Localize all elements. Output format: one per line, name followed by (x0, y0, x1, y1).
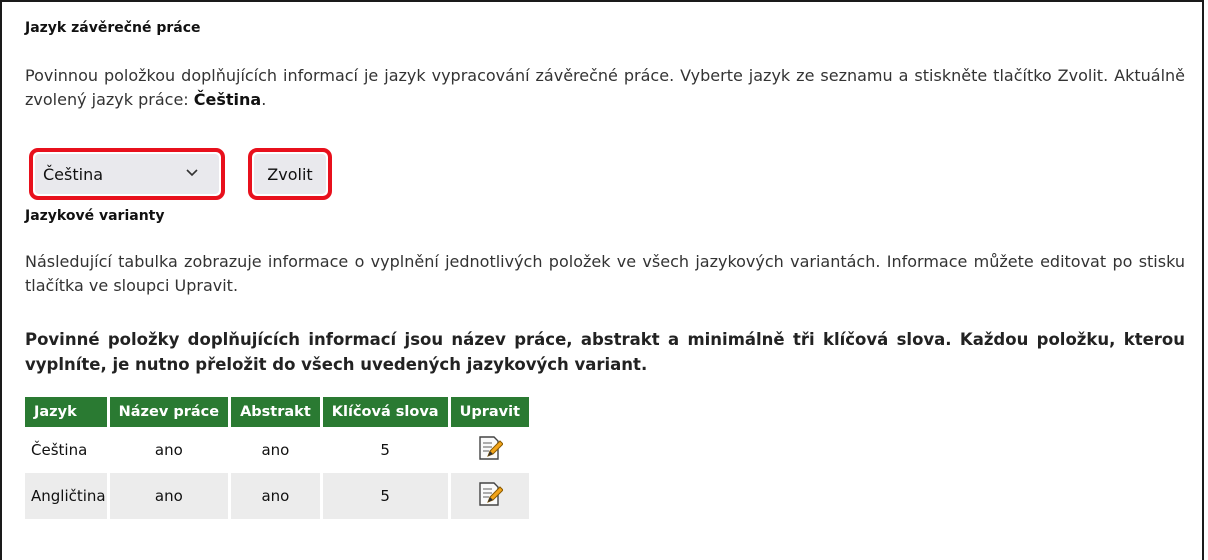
current-language: Čeština (193, 90, 262, 109)
main-content: Jazyk závěrečné práce Povinnou položkou … (25, 20, 1185, 519)
cell-language: Čeština (31, 441, 88, 459)
required-items-notice: Povinné položky doplňujících informací j… (25, 330, 1185, 374)
table-header-row: Jazyk Název práce Abstrakt Klíčová slova… (25, 397, 530, 427)
language-select-value: Čeština (43, 164, 104, 184)
cell-title: ano (109, 473, 229, 519)
cell-edit (451, 427, 529, 473)
cell-language: Angličtina (25, 473, 107, 519)
cell-abstract: ano (231, 473, 320, 519)
variants-section-title: Jazykové varianty (25, 208, 165, 224)
language-description: Povinnou položkou doplňujících informací… (25, 66, 1185, 109)
edit-document-icon[interactable] (477, 481, 503, 507)
column-header-title: Název práce (109, 397, 229, 427)
column-header-keywords: Klíčová slova (322, 397, 448, 427)
language-section-title: Jazyk závěrečné práce (25, 20, 201, 36)
language-variants-table: Jazyk Název práce Abstrakt Klíčová slova… (22, 397, 532, 519)
language-select[interactable]: Čeština (35, 154, 219, 194)
cell-edit (450, 473, 530, 519)
table-row: Čeština ano ano 5 (25, 427, 529, 473)
chevron-down-icon (186, 169, 198, 177)
cell-title: ano (154, 441, 183, 459)
edit-document-icon[interactable] (477, 435, 503, 461)
table-row: Angličtina ano ano 5 (25, 473, 530, 519)
column-header-abstract: Abstrakt (231, 397, 320, 427)
variants-description: Následující tabulka zobrazuje informace … (25, 252, 1185, 295)
cell-keywords: 5 (322, 473, 448, 519)
column-header-edit: Upravit (450, 397, 530, 427)
cell-keywords: 5 (380, 441, 390, 459)
column-header-language: Jazyk (25, 397, 107, 427)
zvolit-button[interactable]: Zvolit (254, 154, 326, 194)
cell-abstract: ano (261, 441, 290, 459)
